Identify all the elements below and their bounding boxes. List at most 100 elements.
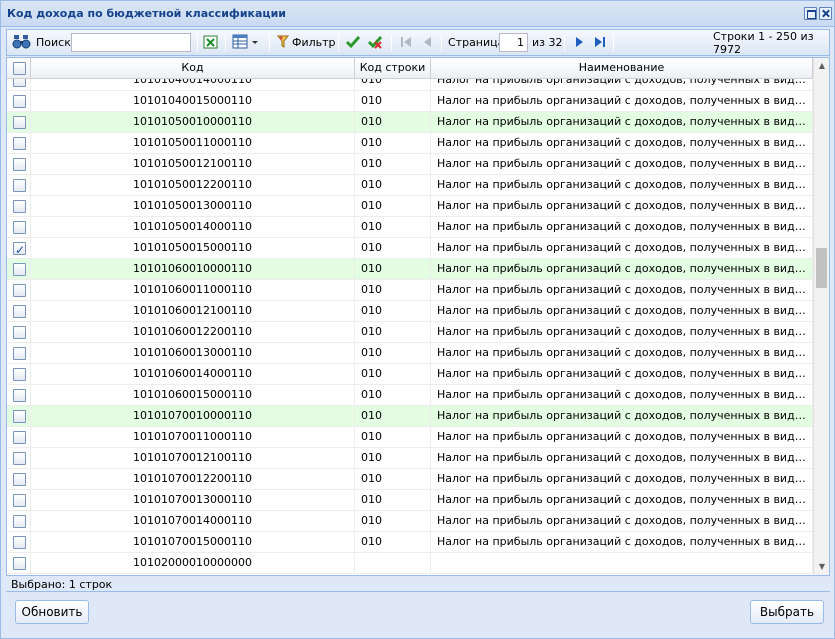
table-row[interactable]: 10101060010000110 010 Налог на прибыль орг… <box>7 259 813 280</box>
row-checkbox[interactable] <box>13 240 26 259</box>
row-checkbox[interactable] <box>13 305 26 318</box>
row-checkbox[interactable] <box>13 200 26 213</box>
cell-name: Налог на прибыль организаций с доходов, … <box>431 301 813 322</box>
column-header-line-code[interactable]: Код строки <box>355 58 431 79</box>
row-checkbox[interactable] <box>13 79 26 87</box>
row-checkbox[interactable] <box>13 326 26 339</box>
row-checkbox[interactable] <box>13 389 26 402</box>
scroll-thumb[interactable] <box>816 248 827 288</box>
column-header-code[interactable]: Код <box>31 58 355 79</box>
row-checkbox[interactable] <box>13 221 26 234</box>
cell-line-code: 010 <box>355 427 431 448</box>
uncheck-all-icon[interactable] <box>367 34 383 52</box>
row-checkbox[interactable] <box>13 116 26 129</box>
cell-code: 10101050015000110 <box>31 238 355 259</box>
table-row[interactable]: 10101060011000110 010 Налог на прибыль орг… <box>7 280 813 301</box>
row-checkbox[interactable] <box>13 557 26 570</box>
cell-name: Налог на прибыль организаций с доходов, … <box>431 343 813 364</box>
cell-line-code: 010 <box>355 259 431 280</box>
refresh-button[interactable]: Обновить <box>15 600 89 624</box>
table-row[interactable]: 10101050014000110 010 Налог на прибыль орг… <box>7 217 813 238</box>
table-row[interactable]: 10101050015000110010Налог на прибыль орг… <box>7 238 813 259</box>
table-row[interactable]: 10101050012200110 010 Налог на прибыль орг… <box>7 175 813 196</box>
select-button[interactable]: Выбрать <box>750 600 824 624</box>
prev-page-icon[interactable] <box>421 34 435 52</box>
grid-header: Код Код строки Наименование <box>7 58 813 79</box>
cell-line-code: 010 <box>355 154 431 175</box>
table-row[interactable]: 10101050012100110 010 Налог на прибыль орг… <box>7 154 813 175</box>
table-row[interactable]: 10101070015000110 010 Налог на прибыль орг… <box>7 532 813 553</box>
cell-code: 10101060010000110 <box>31 259 355 280</box>
row-checkbox[interactable] <box>13 452 26 465</box>
last-page-icon[interactable] <box>593 34 607 52</box>
table-row[interactable]: 10101070014000110 010 Налог на прибыль орг… <box>7 511 813 532</box>
table-row[interactable]: 10101040015000110 010 Налог на прибыль орг… <box>7 91 813 112</box>
row-checkbox[interactable] <box>13 368 26 381</box>
table-row[interactable]: 10101060013000110 010 Налог на прибыль орг… <box>7 343 813 364</box>
row-checkbox[interactable] <box>13 347 26 360</box>
table-row[interactable]: 10101050013000110 010 Налог на прибыль орг… <box>7 196 813 217</box>
grid-rows: 10101040014000110 010 Налог на прибыль орг… <box>7 79 813 575</box>
cell-name: Налог на прибыль организаций с доходов, … <box>431 238 813 259</box>
row-checkbox-cell <box>7 196 31 217</box>
table-row[interactable]: 10101050010000110 010 Налог на прибыль орг… <box>7 112 813 133</box>
first-page-icon[interactable] <box>399 34 413 52</box>
cell-code: 10101050013000110 <box>31 196 355 217</box>
vertical-scrollbar[interactable]: ▲ ▼ <box>813 58 829 575</box>
cell-code: 10101050010000110 <box>31 112 355 133</box>
row-checkbox[interactable] <box>13 515 26 528</box>
excel-export-icon[interactable] <box>203 34 219 52</box>
row-checkbox[interactable] <box>13 284 26 297</box>
table-row[interactable]: 10101070013000110 010 Налог на прибыль орг… <box>7 490 813 511</box>
table-row[interactable]: 10101040014000110 010 Налог на прибыль орг… <box>7 79 813 91</box>
row-checkbox[interactable] <box>13 95 26 108</box>
table-row[interactable]: 10101070011000110 010 Налог на прибыль орг… <box>7 427 813 448</box>
table-row[interactable]: 10101070012100110 010 Налог на прибыль орг… <box>7 448 813 469</box>
row-checkbox[interactable] <box>13 536 26 549</box>
filter-button[interactable]: Фильтр <box>292 30 336 55</box>
table-row[interactable]: 10101060015000110 010 Налог на прибыль орг… <box>7 385 813 406</box>
table-row[interactable]: 10101070012200110 010 Налог на прибыль орг… <box>7 469 813 490</box>
next-page-icon[interactable] <box>572 34 586 52</box>
column-header-name[interactable]: Наименование <box>431 58 813 79</box>
row-checkbox-cell <box>7 259 31 280</box>
table-row[interactable]: 10101060012100110 010 Налог на прибыль орг… <box>7 301 813 322</box>
row-checkbox-cell <box>7 133 31 154</box>
maximize-button[interactable] <box>804 7 817 20</box>
cell-code: 10101060012200110 <box>31 322 355 343</box>
data-grid: Код Код строки Наименование 101010400140… <box>6 57 830 576</box>
table-row[interactable]: 10101060012200110 010 Налог на прибыль орг… <box>7 322 813 343</box>
cell-name: Налог на прибыль организаций с доходов, … <box>431 79 813 91</box>
row-checkbox[interactable] <box>13 494 26 507</box>
cell-code: 10101070012200110 <box>31 469 355 490</box>
row-checkbox-cell <box>7 91 31 112</box>
cell-line-code: 010 <box>355 448 431 469</box>
row-checkbox[interactable] <box>13 158 26 171</box>
row-checkbox[interactable] <box>13 179 26 192</box>
table-row[interactable]: 10102000010000000 <box>7 553 813 574</box>
table-row[interactable]: 10101070010000110 010 Налог на прибыль орг… <box>7 406 813 427</box>
close-button[interactable] <box>819 7 832 20</box>
cell-line-code: 010 <box>355 511 431 532</box>
cell-name: Налог на прибыль организаций с доходов, … <box>431 175 813 196</box>
row-checkbox[interactable] <box>13 410 26 423</box>
cell-code: 10101070012100110 <box>31 448 355 469</box>
row-checkbox[interactable] <box>13 431 26 444</box>
row-checkbox-cell <box>7 238 31 259</box>
table-row[interactable]: 10101050011000110 010 Налог на прибыль орг… <box>7 133 813 154</box>
scroll-down-icon[interactable]: ▼ <box>814 559 829 575</box>
page-label: Страница <box>448 36 505 49</box>
search-input[interactable] <box>71 33 191 52</box>
columns-menu-icon[interactable] <box>232 34 260 52</box>
scroll-up-icon[interactable]: ▲ <box>814 58 829 74</box>
row-checkbox[interactable] <box>13 137 26 150</box>
cell-line-code: 010 <box>355 280 431 301</box>
select-all-checkbox[interactable] <box>13 62 26 75</box>
row-checkbox[interactable] <box>13 473 26 486</box>
check-all-icon[interactable] <box>345 34 361 52</box>
page-number-input[interactable] <box>499 33 528 52</box>
table-row[interactable]: 10101060014000110 010 Налог на прибыль орг… <box>7 364 813 385</box>
cell-name: Налог на прибыль организаций с доходов, … <box>431 532 813 553</box>
cell-code: 10101070015000110 <box>31 532 355 553</box>
row-checkbox[interactable] <box>13 263 26 276</box>
